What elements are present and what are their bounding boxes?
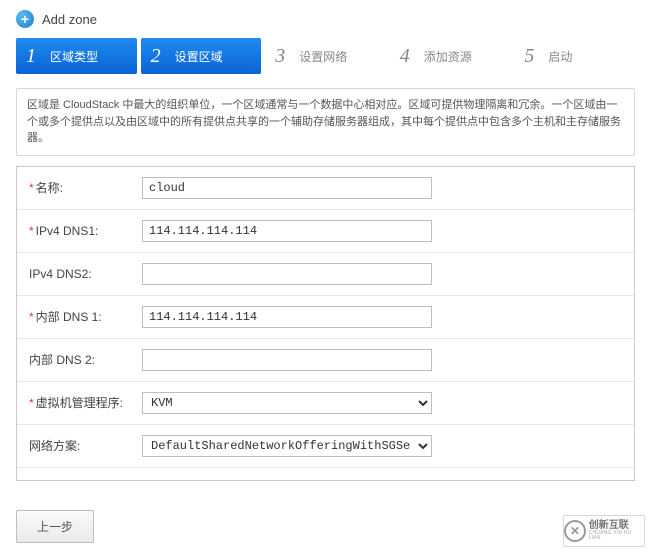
page-title: Add zone	[42, 12, 97, 27]
input-ipv4-dns2[interactable]	[142, 263, 432, 285]
row-internal-dns2: 内部 DNS 2:	[17, 339, 634, 382]
row-internal-dns1: *内部 DNS 1:	[17, 296, 634, 339]
required-marker: *	[29, 181, 34, 195]
label-hypervisor: *虚拟机管理程序:	[29, 394, 134, 411]
step-label: 设置网络	[299, 48, 347, 65]
row-extra	[17, 468, 634, 481]
step-label: 启动	[548, 48, 572, 65]
step-number: 3	[275, 45, 285, 68]
label-network-offering: 网络方案:	[29, 437, 134, 454]
wizard-footer: 上一步 取消	[0, 510, 651, 543]
select-hypervisor[interactable]: KVM	[142, 392, 432, 414]
input-internal-dns1[interactable]	[142, 306, 432, 328]
zone-description: 区域是 CloudStack 中最大的组织单位，一个区域通常与一个数据中心相对应…	[16, 88, 635, 156]
step-label: 区域类型	[50, 48, 98, 65]
watermark-badge: ✕ 创新互联 CHUANG XIN HU LIAN	[563, 515, 645, 547]
required-marker: *	[29, 224, 34, 238]
required-marker: *	[29, 396, 34, 410]
label-ipv4-dns1: *IPv4 DNS1:	[29, 224, 134, 238]
input-ipv4-dns1[interactable]	[142, 220, 432, 242]
wizard-steps: 1 区域类型 2 设置区域 3 设置网络 4 添加资源 5 启动	[0, 34, 651, 84]
label-ipv4-dns2: IPv4 DNS2:	[29, 267, 134, 281]
label-internal-dns2: 内部 DNS 2:	[29, 351, 134, 368]
row-ipv4-dns2: IPv4 DNS2:	[17, 253, 634, 296]
row-ipv4-dns1: *IPv4 DNS1:	[17, 210, 634, 253]
plus-icon: +	[16, 10, 34, 28]
step-number: 1	[26, 45, 36, 68]
step-launch[interactable]: 5 启动	[514, 38, 635, 74]
label-internal-dns1: *内部 DNS 1:	[29, 308, 134, 325]
input-internal-dns2[interactable]	[142, 349, 432, 371]
step-number: 2	[151, 45, 161, 68]
label-name: *名称:	[29, 179, 134, 196]
page-header: + Add zone	[0, 0, 651, 34]
form-container[interactable]: *名称: *IPv4 DNS1: IPv4 DNS2: *内部 DNS 1: 内	[16, 166, 635, 481]
step-label: 设置区域	[175, 48, 223, 65]
watermark-en: CHUANG XIN HU LIAN	[589, 531, 644, 541]
step-zone-type[interactable]: 1 区域类型	[16, 38, 137, 74]
step-number: 4	[400, 45, 410, 68]
step-setup-network[interactable]: 3 设置网络	[265, 38, 386, 74]
select-network-offering[interactable]: DefaultSharedNetworkOfferingWithSGServic…	[142, 435, 432, 457]
required-marker: *	[29, 310, 34, 324]
step-label: 添加资源	[424, 48, 472, 65]
input-name[interactable]	[142, 177, 432, 199]
step-number: 5	[524, 45, 534, 68]
row-hypervisor: *虚拟机管理程序: KVM	[17, 382, 634, 425]
row-name: *名称:	[17, 167, 634, 210]
step-add-resources[interactable]: 4 添加资源	[390, 38, 511, 74]
step-setup-zone[interactable]: 2 设置区域	[141, 38, 262, 74]
previous-button[interactable]: 上一步	[16, 510, 94, 543]
watermark-icon: ✕	[564, 520, 586, 542]
row-network-offering: 网络方案: DefaultSharedNetworkOfferingWithSG…	[17, 425, 634, 468]
